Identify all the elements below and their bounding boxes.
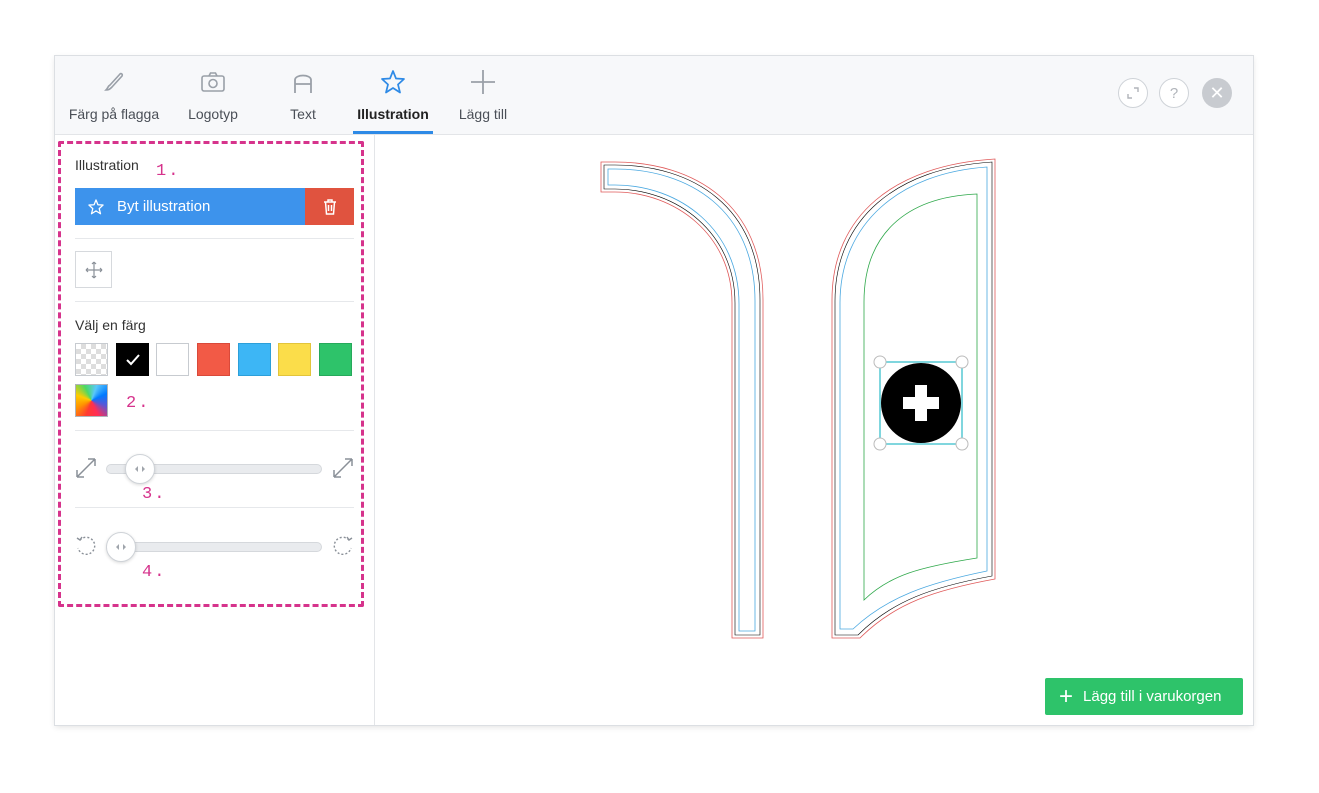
tab-add[interactable]: Lägg till	[443, 56, 523, 134]
sidebar: Illustration 1. Byt illustration Välj en…	[55, 135, 375, 725]
change-illustration-button[interactable]: Byt illustration	[75, 188, 305, 225]
tab-illustration[interactable]: Illustration	[353, 56, 433, 134]
color-swatch-custom[interactable]	[75, 384, 108, 417]
color-swatch-blue[interactable]	[238, 343, 271, 376]
toolbar: Färg på flagga Logotyp Text Illustration…	[55, 56, 1253, 135]
trash-icon	[323, 198, 336, 215]
divider	[75, 238, 354, 239]
star-icon	[88, 198, 104, 214]
marker-4: 4.	[142, 563, 167, 582]
help-button[interactable]: ?	[1159, 78, 1189, 108]
star-icon	[381, 70, 405, 94]
divider	[75, 430, 354, 431]
color-swatch-red[interactable]	[197, 343, 230, 376]
fullscreen-button[interactable]	[1118, 78, 1148, 108]
tab-label: Färg på flagga	[68, 106, 160, 122]
rotate-left-icon	[76, 536, 96, 555]
flag-preview	[600, 158, 996, 639]
add-to-cart-button[interactable]: + Lägg till i varukorgen	[1045, 678, 1243, 715]
color-swatch-yellow[interactable]	[278, 343, 311, 376]
tab-flag-color[interactable]: Färg på flagga	[59, 56, 169, 134]
tab-label: Illustration	[357, 106, 429, 122]
shrink-icon	[76, 458, 96, 478]
marker-1: 1.	[156, 162, 181, 181]
tab-label: Text	[290, 106, 316, 122]
color-swatch-transparent[interactable]	[75, 343, 108, 376]
tab-logo[interactable]: Logotyp	[173, 56, 253, 134]
move-arrows-icon	[85, 261, 102, 278]
letter-a-icon	[294, 74, 312, 93]
move-button[interactable]	[75, 251, 112, 288]
tab-text[interactable]: Text	[263, 56, 343, 134]
flag-pole-sleeve	[600, 161, 764, 639]
change-button-label: Byt illustration	[117, 198, 211, 215]
cart-button-label: Lägg till i varukorgen	[1083, 688, 1222, 705]
illustration-graphic	[881, 363, 961, 443]
delete-illustration-button[interactable]	[305, 188, 354, 225]
rotate-right-icon	[333, 536, 353, 555]
close-button[interactable]: ✕	[1202, 78, 1232, 108]
camera-icon	[201, 72, 225, 92]
canvas[interactable]: + Lägg till i varukorgen	[375, 135, 1253, 725]
tab-label: Logotyp	[188, 106, 238, 122]
enlarge-icon	[333, 458, 353, 478]
editor-window: Färg på flagga Logotyp Text Illustration…	[55, 56, 1253, 725]
slider-arrows-icon	[116, 544, 126, 550]
plus-icon	[471, 70, 495, 94]
tab-label: Lägg till	[458, 106, 508, 122]
color-title: Välj en färg	[75, 317, 146, 333]
color-swatch-green[interactable]	[319, 343, 352, 376]
illustration-title: Illustration	[75, 157, 139, 173]
checkmark-icon	[125, 353, 140, 365]
color-swatch-white[interactable]	[156, 343, 189, 376]
plus-icon: +	[1059, 682, 1074, 710]
expand-icon	[1127, 87, 1139, 99]
divider	[75, 301, 354, 302]
marker-2: 2.	[126, 394, 151, 413]
slider-arrows-icon	[135, 466, 145, 472]
marker-3: 3.	[142, 485, 167, 504]
divider	[75, 507, 354, 508]
size-slider-thumb[interactable]	[125, 454, 155, 484]
rotate-slider-thumb[interactable]	[106, 532, 136, 562]
rotate-slider-track[interactable]	[106, 542, 322, 552]
brush-icon	[104, 72, 124, 91]
color-swatch-black[interactable]	[116, 343, 149, 376]
